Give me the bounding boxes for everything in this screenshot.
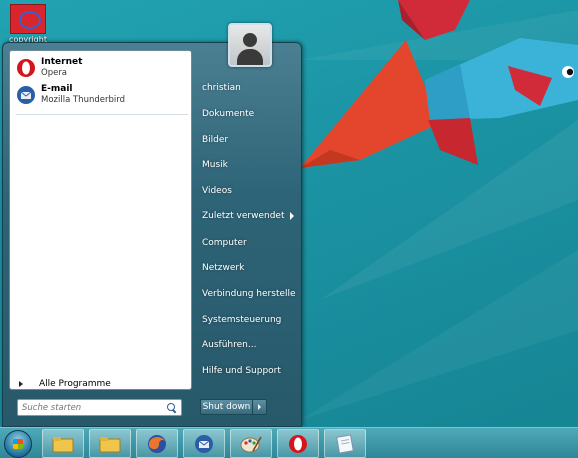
all-programs-button[interactable]: Alle Programme — [16, 377, 186, 391]
right-item-label: Bilder — [202, 135, 229, 145]
right-item-label: Netzwerk — [202, 263, 245, 273]
start-button[interactable] — [4, 430, 32, 458]
user-body-shape — [237, 49, 263, 65]
right-item-recent[interactable]: Zuletzt verwendet — [196, 206, 298, 226]
explorer-icon — [99, 436, 121, 452]
opera-icon — [17, 59, 35, 77]
shutdown-group: Shut down — [200, 399, 267, 415]
all-programs-label: Alle Programme — [39, 379, 111, 389]
right-item-connect[interactable]: Verbindung herstelle — [196, 284, 298, 304]
right-item-label: Dokumente — [202, 109, 255, 119]
user-avatar[interactable] — [228, 23, 272, 67]
thunderbird-icon — [195, 434, 213, 453]
right-item-documents[interactable]: Dokumente — [196, 104, 298, 124]
right-item-help[interactable]: Hilfe und Support — [196, 361, 298, 381]
right-item-computer[interactable]: Computer — [196, 233, 298, 253]
notepad-icon — [336, 433, 354, 454]
taskbar-paint[interactable] — [230, 429, 272, 458]
pinned-item-title: E-mail — [41, 84, 73, 94]
taskbar — [0, 427, 578, 458]
right-item-label: Ausführen... — [202, 340, 257, 350]
right-item-label: Systemsteuerung — [202, 315, 282, 325]
shutdown-button[interactable]: Shut down — [200, 399, 253, 415]
right-item-label: Musik — [202, 160, 228, 170]
right-item-videos[interactable]: Videos — [196, 181, 298, 201]
search-input[interactable] — [22, 402, 162, 413]
taskbar-explorer-2[interactable] — [89, 429, 131, 458]
right-item-user[interactable]: christian — [196, 78, 298, 98]
pinned-item-email[interactable]: E-mail Mozilla Thunderbird — [13, 82, 191, 108]
taskbar-notepad[interactable] — [324, 429, 366, 458]
programs-pane: Internet Opera E-mail Mozilla Thunderbir… — [9, 50, 192, 390]
desktop-icon-copyright[interactable]: copyright — [8, 4, 48, 44]
right-item-control-panel[interactable]: Systemsteuerung — [196, 310, 298, 330]
right-item-label: Hilfe und Support — [202, 366, 281, 376]
pinned-separator — [16, 114, 188, 115]
paint-icon — [240, 436, 262, 452]
shutdown-options-button[interactable] — [253, 399, 267, 415]
taskbar-explorer-1[interactable] — [42, 429, 84, 458]
start-menu: Internet Opera E-mail Mozilla Thunderbir… — [2, 23, 302, 427]
image-file-icon — [10, 4, 46, 34]
opera-icon — [289, 434, 307, 453]
right-item-label: Verbindung herstelle — [202, 289, 296, 299]
search-icon[interactable] — [166, 402, 178, 414]
right-item-pictures[interactable]: Bilder — [196, 130, 298, 150]
right-item-label: Videos — [202, 186, 232, 196]
right-item-label: christian — [202, 83, 241, 93]
pinned-item-subtitle: Mozilla Thunderbird — [41, 95, 125, 105]
pinned-item-internet[interactable]: Internet Opera — [13, 55, 191, 81]
pinned-item-subtitle: Opera — [41, 68, 68, 78]
right-item-label: Zuletzt verwendet — [202, 211, 285, 221]
explorer-icon — [52, 436, 74, 452]
taskbar-thunderbird[interactable] — [183, 429, 225, 458]
start-search-box[interactable] — [17, 399, 182, 416]
thunderbird-icon — [17, 86, 35, 104]
right-item-music[interactable]: Musik — [196, 155, 298, 175]
pinned-item-title: Internet — [41, 57, 83, 67]
right-item-network[interactable]: Netzwerk — [196, 258, 298, 278]
arrow-right-icon — [19, 381, 23, 387]
right-item-label: Computer — [202, 238, 247, 248]
chevron-right-icon — [258, 404, 261, 410]
user-head-shape — [243, 33, 257, 47]
submenu-arrow-icon — [289, 212, 294, 220]
right-item-run[interactable]: Ausführen... — [196, 335, 298, 355]
taskbar-opera[interactable] — [277, 429, 319, 458]
taskbar-firefox[interactable] — [136, 429, 178, 458]
firefox-icon — [148, 434, 166, 453]
